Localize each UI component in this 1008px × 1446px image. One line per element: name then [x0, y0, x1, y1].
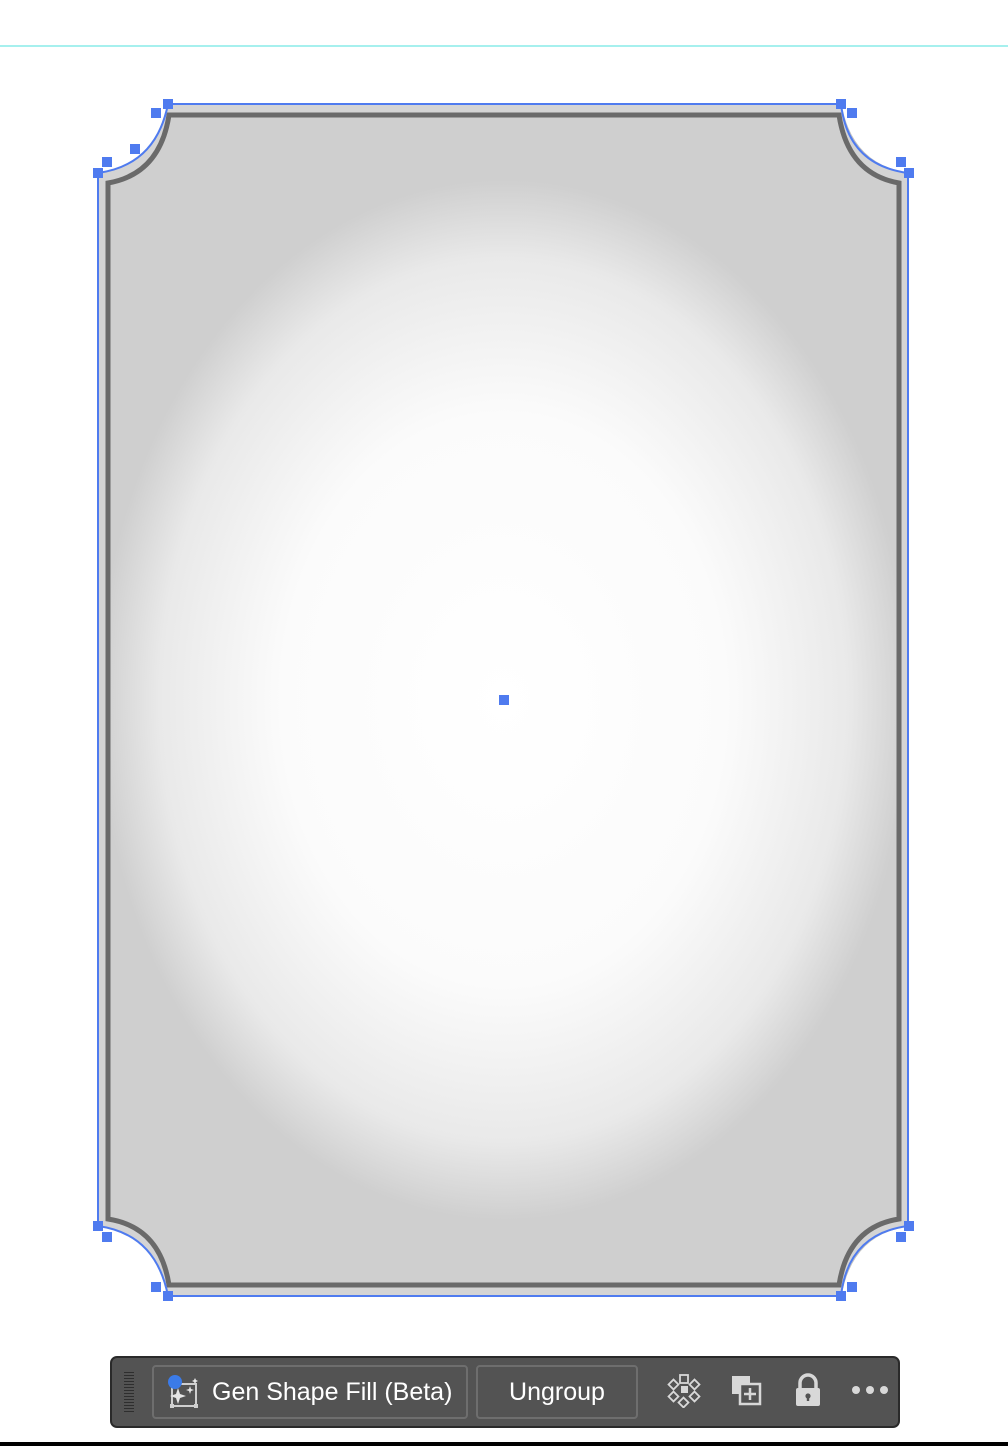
duplicate-icon [728, 1372, 764, 1413]
center-point[interactable] [499, 695, 509, 705]
ungroup-button[interactable]: Ungroup [476, 1365, 638, 1419]
artboard-canvas[interactable]: Gen Shape Fill (Beta) Ungroup [0, 0, 1008, 1446]
duplicate-button[interactable] [718, 1365, 774, 1419]
anchor-point [151, 108, 161, 118]
more-options-button[interactable] [842, 1365, 898, 1419]
anchor-point [847, 108, 857, 118]
isolate-group-icon [666, 1372, 702, 1413]
gen-shape-fill-icon [166, 1374, 202, 1410]
ungroup-label: Ungroup [509, 1377, 605, 1406]
isolate-group-button[interactable] [656, 1365, 712, 1419]
anchor-point [102, 157, 112, 167]
anchor-point [847, 1282, 857, 1292]
anchor-point [896, 157, 906, 167]
gen-shape-fill-button[interactable]: Gen Shape Fill (Beta) [152, 1365, 468, 1419]
lock-icon [790, 1372, 826, 1413]
gen-shape-fill-label: Gen Shape Fill (Beta) [212, 1377, 453, 1406]
anchor-point [836, 1291, 846, 1301]
lock-button[interactable] [780, 1365, 836, 1419]
more-options-icon [850, 1383, 890, 1401]
anchor-point [163, 99, 173, 109]
anchor-point [102, 1232, 112, 1242]
anchor-point [130, 144, 140, 154]
contextual-taskbar: Gen Shape Fill (Beta) Ungroup [110, 1356, 900, 1428]
anchor-point [93, 168, 103, 178]
window-bottom-edge [0, 1442, 1008, 1446]
anchor-point [896, 1232, 906, 1242]
anchor-point [904, 1221, 914, 1231]
anchor-point [904, 168, 914, 178]
anchor-point [151, 1282, 161, 1292]
taskbar-grip-handle[interactable] [124, 1372, 134, 1412]
frame-artwork[interactable] [0, 0, 1008, 1446]
anchor-point [836, 99, 846, 109]
anchor-point [93, 1221, 103, 1231]
anchor-point [163, 1291, 173, 1301]
